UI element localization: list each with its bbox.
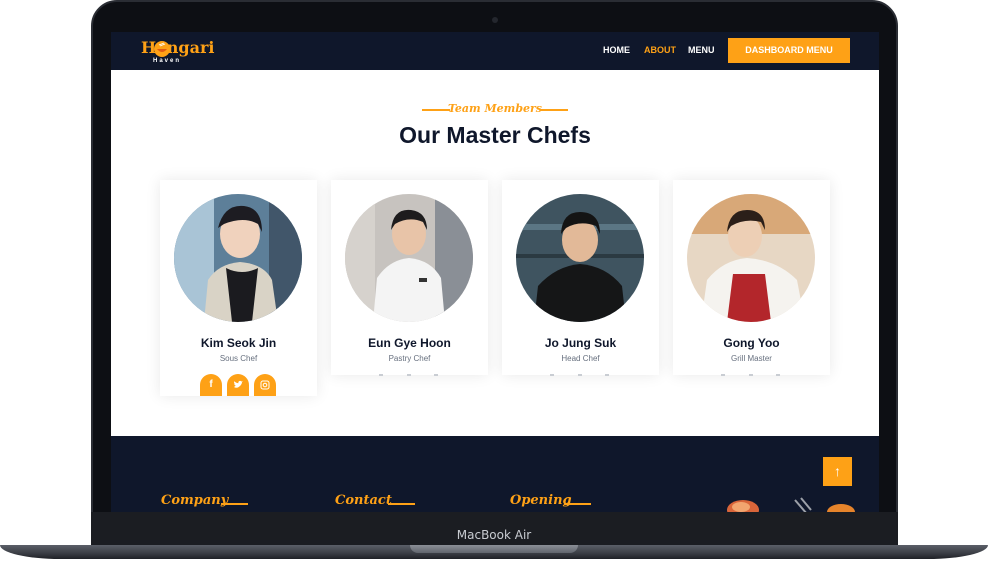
footer-heading-contact: Contact <box>335 493 392 508</box>
nav-about[interactable]: ABOUT <box>644 45 676 55</box>
social-dot <box>749 374 753 376</box>
food-image <box>723 496 873 512</box>
footer-heading-company: Company <box>161 493 229 508</box>
chef-name: Eun Gye Hoon <box>368 336 451 350</box>
twitter-icon[interactable] <box>227 374 249 396</box>
chef-photo <box>516 194 644 322</box>
bowl-icon <box>154 41 170 57</box>
instagram-icon[interactable] <box>254 374 276 396</box>
chef-role: Grill Master <box>731 354 772 363</box>
nav-home[interactable]: HOME <box>603 45 630 55</box>
social-dot <box>379 374 383 376</box>
footer: ↑ Company Contact Opening <box>111 436 879 512</box>
chef-name: Jo Jung Suk <box>544 336 617 350</box>
logo-text: Hongari <box>141 38 215 57</box>
social-dot <box>434 374 438 376</box>
camera-icon <box>492 17 498 23</box>
nav-menu[interactable]: MENU <box>688 45 715 55</box>
social-dot <box>578 374 582 376</box>
social-dot <box>550 374 554 376</box>
social-dot <box>776 374 780 376</box>
chef-role: Sous Chef <box>219 354 258 363</box>
site-logo[interactable]: Hongari Haven <box>141 38 231 68</box>
footer-heading-line <box>564 503 591 505</box>
chef-name: Kim Seok Jin <box>200 336 277 350</box>
section-title: Our Master Chefs <box>399 122 591 148</box>
section-eyebrow: Team Members <box>447 102 542 115</box>
chef-photo <box>687 194 815 322</box>
chef-card[interactable]: Gong Yoo Grill Master <box>673 180 830 376</box>
dashboard-menu-button[interactable]: DASHBOARD MENU <box>728 38 850 63</box>
chef-photo <box>174 194 302 322</box>
logo-subtext: Haven <box>153 58 182 64</box>
social-dot <box>407 374 411 376</box>
chef-card[interactable]: Kim Seok Jin Sous Chef f <box>160 180 317 396</box>
footer-heading-line <box>388 503 415 505</box>
arrow-up-icon: ↑ <box>834 463 841 479</box>
facebook-icon[interactable]: f <box>200 374 222 396</box>
footer-heading-opening: Opening <box>510 493 572 508</box>
laptop-notch <box>410 545 578 553</box>
chef-role: Head Chef <box>561 354 600 363</box>
social-dot <box>721 374 725 376</box>
device-label: MacBook Air <box>456 528 532 542</box>
website-screen: Hongari Haven HOME ABOUT MENU DASHBOARD … <box>111 32 879 512</box>
back-to-top-button[interactable]: ↑ <box>823 457 852 486</box>
chef-role: Pastry Chef <box>388 354 431 363</box>
social-dot <box>605 374 609 376</box>
chef-photo <box>345 194 473 322</box>
chef-card[interactable]: Jo Jung Suk Head Chef <box>502 180 659 376</box>
navbar: Hongari Haven HOME ABOUT MENU DASHBOARD … <box>111 32 879 70</box>
chef-card[interactable]: Eun Gye Hoon Pastry Chef <box>331 180 488 376</box>
footer-heading-line <box>221 503 248 505</box>
chef-name: Gong Yoo <box>723 336 780 350</box>
eyebrow-line-right <box>540 109 568 111</box>
